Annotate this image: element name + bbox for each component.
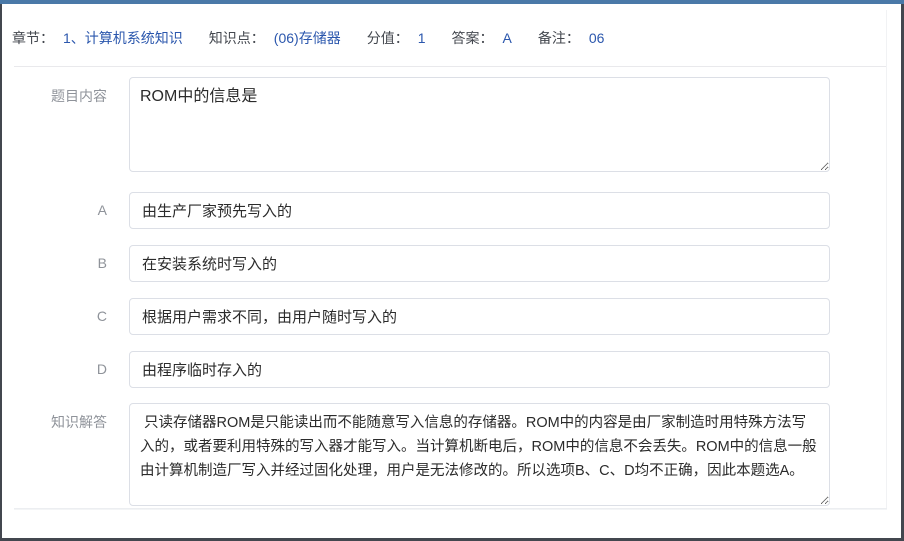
meta-remark: 备注： 06 — [538, 28, 605, 48]
meta-answer-value: A — [503, 30, 512, 46]
question-editor-window: 章节： 1、计算机系统知识 知识点： (06)存储器 分值： 1 答案： A 备… — [0, 0, 904, 541]
explanation-textarea[interactable] — [129, 403, 830, 506]
option-c-label: C — [2, 298, 107, 335]
option-c-input[interactable] — [129, 298, 830, 335]
meta-score-value: 1 — [418, 30, 426, 46]
meta-score-label: 分值： — [367, 28, 409, 48]
option-b-label: B — [2, 245, 107, 282]
option-d-label: D — [2, 351, 107, 388]
meta-chapter: 章节： 1、计算机系统知识 — [12, 28, 183, 48]
question-content-textarea[interactable] — [129, 77, 830, 172]
option-b-input[interactable] — [129, 245, 830, 282]
option-a-label: A — [2, 192, 107, 229]
meta-knowledge-point: 知识点： (06)存储器 — [209, 28, 341, 48]
header-divider — [14, 66, 887, 67]
window-top-accent-bar — [0, 0, 904, 4]
explanation-label: 知识解答 — [2, 412, 107, 432]
panel-right-edge — [886, 10, 887, 508]
meta-answer-label: 答案： — [452, 28, 494, 48]
option-a-input[interactable] — [129, 192, 830, 229]
panel-bottom-edge — [14, 508, 887, 510]
meta-knowledge-point-value: (06)存储器 — [274, 28, 341, 48]
meta-score: 分值： 1 — [367, 28, 426, 48]
question-meta-header: 章节： 1、计算机系统知识 知识点： (06)存储器 分值： 1 答案： A 备… — [12, 28, 630, 48]
meta-chapter-label: 章节： — [12, 28, 54, 48]
question-content-label: 题目内容 — [2, 86, 107, 106]
meta-chapter-value: 1、计算机系统知识 — [63, 28, 183, 48]
meta-knowledge-point-label: 知识点： — [209, 28, 265, 48]
option-d-input[interactable] — [129, 351, 830, 388]
meta-remark-label: 备注： — [538, 28, 580, 48]
meta-remark-value: 06 — [589, 30, 605, 46]
meta-answer: 答案： A — [452, 28, 512, 48]
